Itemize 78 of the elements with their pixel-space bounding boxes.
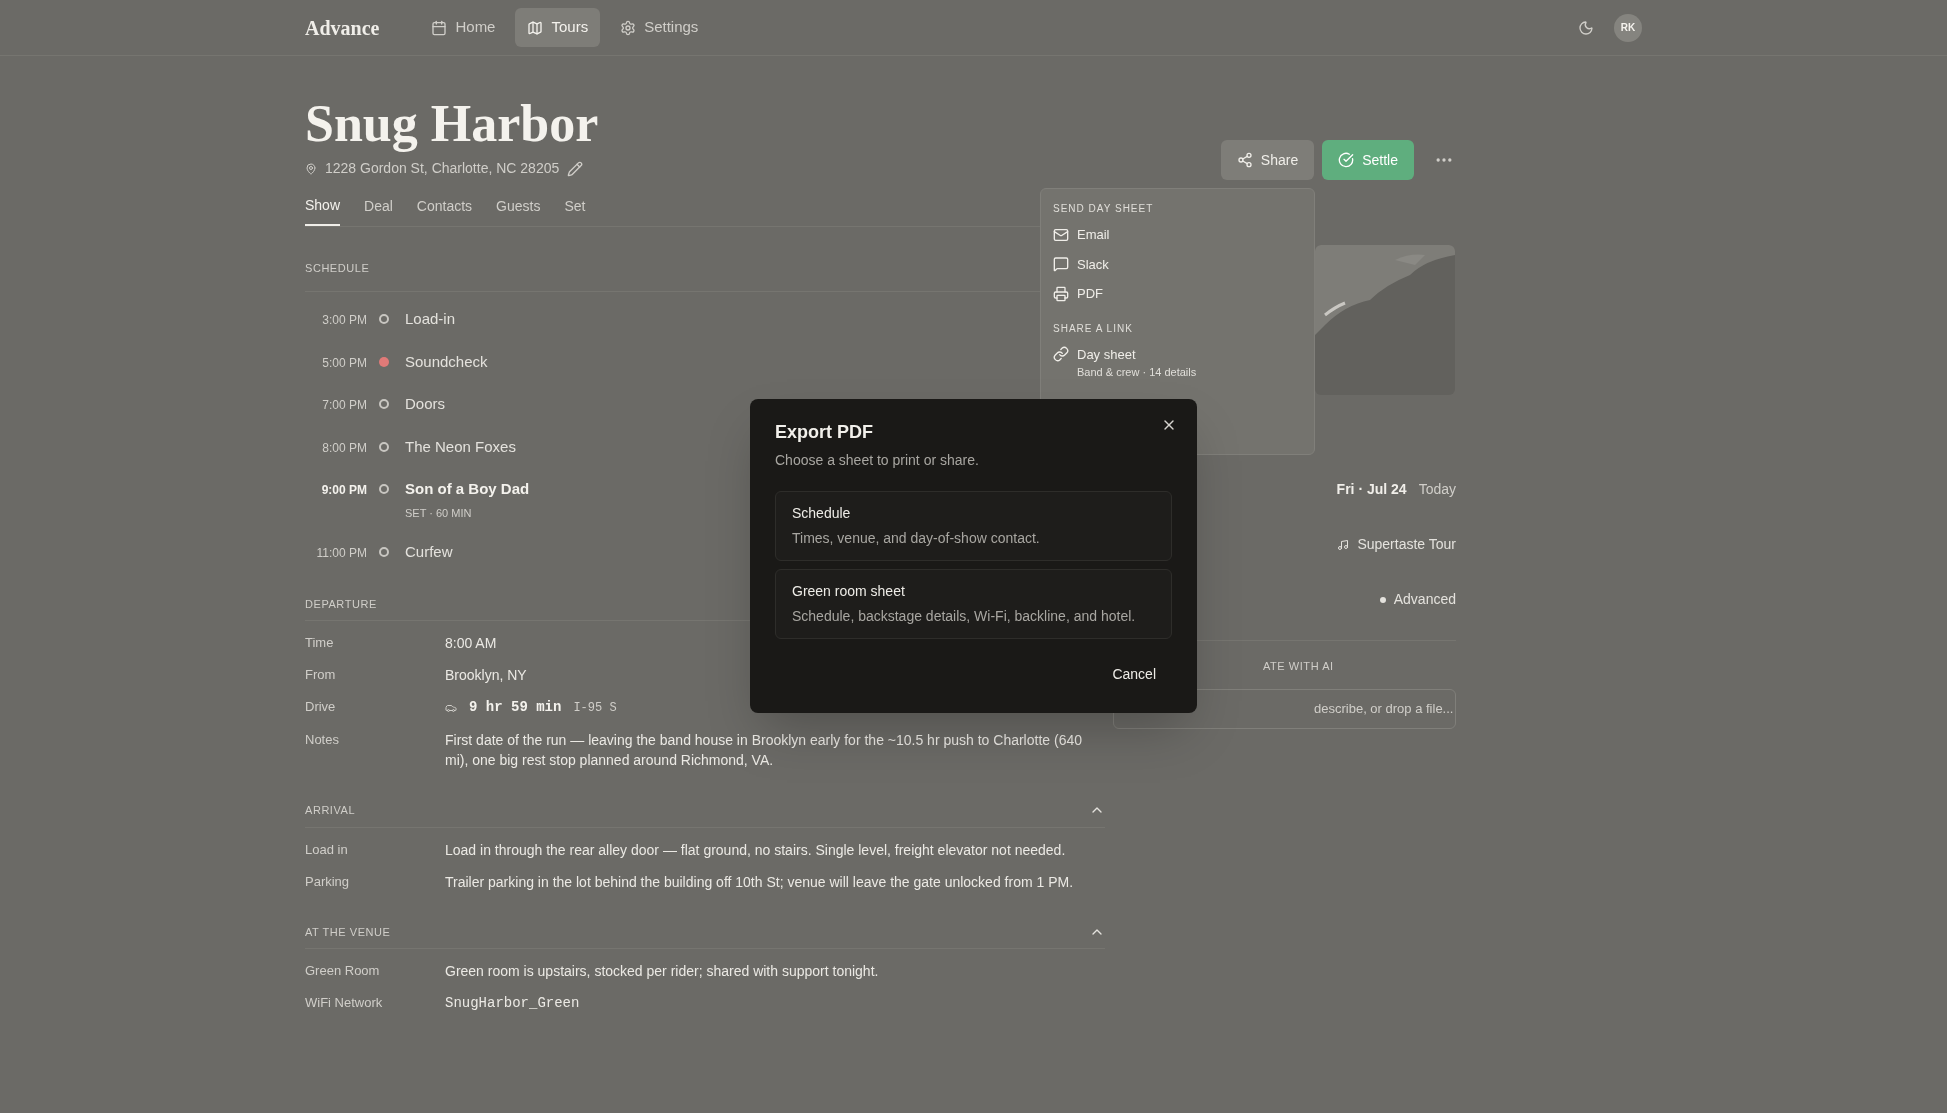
field-label: Load in: [305, 840, 349, 859]
field-value: Load in through the rear alley door — flat ground, no stairs. Single level, freight elevator not needed.: [445, 840, 1066, 860]
link-icon: [1053, 346, 1069, 363]
field-label: Time: [305, 634, 335, 652]
field-label: Notes: [305, 731, 340, 749]
menu-item[interactable]: PDF: [1077, 284, 1103, 304]
schedule-time: 9:00 PM: [320, 482, 367, 499]
field-value: SnugHarbor_Green: [445, 994, 580, 1013]
status-label: Advanced: [1393, 590, 1456, 609]
field-value: Brooklyn, NY: [445, 666, 527, 685]
nav-tab[interactable]: Tours: [515, 8, 601, 47]
menu-heading: SHARE A LINK: [1053, 321, 1134, 336]
mail-icon: [1053, 226, 1069, 243]
map-icon: [527, 19, 544, 36]
section-tab[interactable]: Contacts: [416, 195, 473, 226]
check-icon: [1338, 152, 1355, 168]
field-value: Green room is upstairs, stocked per rider; shared with support tonight.: [445, 962, 879, 981]
field-value: Trailer parking in the lot behind the building off 10th St; venue will leave the gate unlocked from 1 PM.: [445, 872, 1074, 892]
settle-button[interactable]: Settle: [1322, 140, 1414, 180]
schedule-item[interactable]: Load-in: [405, 308, 456, 331]
field-label: Parking: [305, 872, 351, 891]
section-tab[interactable]: Show: [305, 195, 341, 226]
nav-tab[interactable]: Settings: [608, 8, 711, 47]
tour-name[interactable]: Supertaste Tour: [1357, 534, 1456, 555]
nav-tab[interactable]: Home: [419, 8, 508, 47]
schedule-time: 5:00 PM: [321, 354, 367, 372]
dialog-subtitle: Choose a sheet to print or share.: [775, 451, 979, 470]
section-heading: ARRIVAL: [305, 803, 356, 818]
section-heading: ATE WITH AI: [1263, 660, 1334, 672]
menu-item-detail: Band & crew · 14 details: [1077, 365, 1198, 380]
schedule-time: 11:00 PM: [315, 545, 367, 562]
section-heading: AT THE VENUE: [305, 924, 391, 940]
avatar[interactable]: RK: [1614, 13, 1642, 42]
schedule-time: 7:00 PM: [321, 397, 367, 414]
dialog-title: Export PDF: [775, 421, 873, 444]
section-tab[interactable]: Deal: [364, 195, 393, 226]
field-label: WiFi Network: [305, 994, 384, 1012]
schedule-item[interactable]: The Neon Foxes: [405, 435, 516, 458]
field-value: 9 hr 59 min: [469, 698, 562, 717]
schedule-item[interactable]: Son of a Boy Dad: [405, 478, 530, 501]
venue-address: 1228 Gordon St, Charlotte, NC 28205: [325, 159, 560, 178]
pin-icon: [305, 162, 317, 175]
section-tab[interactable]: Set: [564, 195, 586, 226]
section-heading: SCHEDULE: [305, 262, 370, 274]
chat-icon: [1053, 256, 1069, 273]
pencil-icon[interactable]: [567, 160, 584, 177]
schedule-item[interactable]: Soundcheck: [405, 350, 488, 373]
field-label: From: [305, 666, 337, 684]
share-icon: [1236, 152, 1253, 168]
today-label: Today: [1418, 480, 1456, 499]
field-label: Drive: [305, 698, 337, 716]
schedule-detail: SET · 60 MIN: [405, 505, 473, 521]
music-icon: [1337, 538, 1350, 551]
section-tab[interactable]: Guests: [496, 195, 541, 226]
settings-icon: [620, 19, 637, 36]
schedule-item[interactable]: Doors: [405, 393, 445, 416]
section-heading: DEPARTURE: [305, 596, 377, 612]
menu-item[interactable]: Slack: [1077, 254, 1109, 274]
field-value: First date of the run — leaving the band house in Brooklyn early for the ~10.5 hr push to Charlotte (640 mi), one big rest stop planned around Richmond, VA.: [445, 731, 1083, 770]
share-button[interactable]: Share: [1220, 140, 1315, 180]
menu-heading: SEND DAY SHEET: [1053, 202, 1155, 216]
schedule-time: 3:00 PM: [321, 312, 367, 329]
sheet-option[interactable]: Schedule Times, venue, and day-of-show contact.: [775, 491, 1172, 561]
printer-icon: [1053, 285, 1069, 302]
app-logo[interactable]: Advance: [305, 12, 380, 43]
cancel-button[interactable]: Cancel: [1096, 656, 1172, 693]
schedule-time: 8:00 PM: [321, 439, 367, 457]
venue-title: Snug Harbor: [305, 94, 600, 154]
menu-item[interactable]: Email: [1077, 225, 1110, 245]
moon-icon[interactable]: [1578, 19, 1594, 36]
sheet-option[interactable]: Green room sheet Schedule, backstage details, Wi-Fi, backline, and hotel.: [775, 569, 1172, 639]
field-value: 8:00 AM: [445, 634, 497, 653]
field-label: Green Room: [305, 962, 381, 980]
menu-item[interactable]: Day sheet: [1077, 344, 1136, 364]
show-date: Fri · Jul 24: [1336, 480, 1407, 499]
calendar-icon: [431, 19, 448, 36]
route-label: I-95 S: [573, 699, 617, 717]
schedule-item[interactable]: Curfew: [405, 541, 453, 564]
